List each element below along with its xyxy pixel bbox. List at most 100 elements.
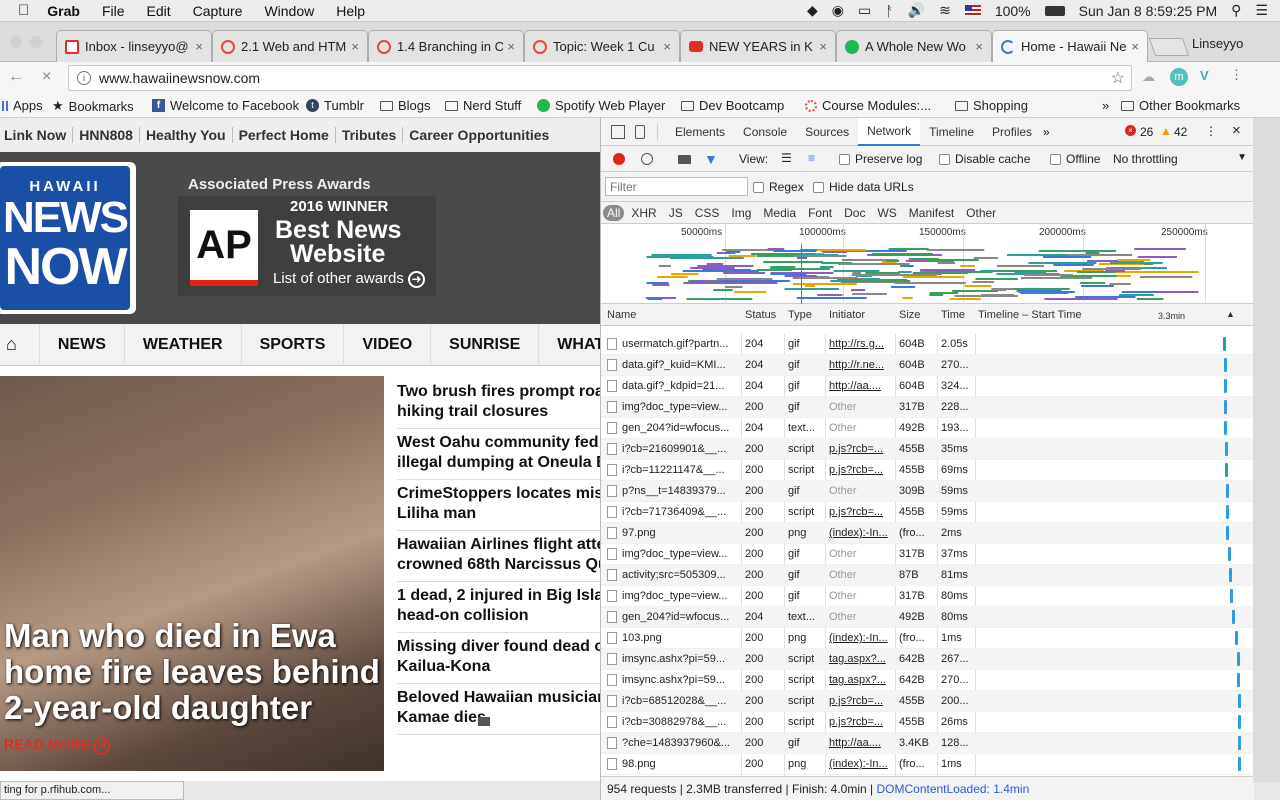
tab-close-icon[interactable]: × bbox=[971, 39, 983, 54]
toplink[interactable]: Healthy You bbox=[140, 127, 233, 143]
bookmark-tumblr[interactable]: t Tumblr bbox=[306, 98, 364, 113]
headline-item[interactable]: 1 dead, 2 injured in Big Island head-on c… bbox=[397, 584, 600, 633]
type-filter-other[interactable]: Other bbox=[961, 206, 1001, 220]
request-row[interactable]: p?ns__t=14839379... 200 gif Other 309B 59ms bbox=[601, 481, 1254, 502]
site-logo[interactable]: HAWAII NEWS NOW bbox=[0, 162, 136, 314]
more-tabs-chevron-icon[interactable]: » bbox=[1043, 125, 1050, 139]
menu-app-name[interactable]: Grab bbox=[47, 3, 80, 19]
col-time[interactable]: Time bbox=[941, 309, 965, 321]
col-size[interactable]: Size bbox=[899, 309, 920, 321]
headline-item[interactable]: CrimeStoppers locates missing Liliha man bbox=[397, 482, 600, 531]
request-initiator[interactable]: p.js?rcb=... bbox=[829, 443, 891, 455]
browser-tab[interactable]: 1.4 Branching in C × bbox=[368, 30, 524, 62]
inspect-icon[interactable] bbox=[611, 124, 625, 139]
bookmark-shopping[interactable]: Shopping bbox=[955, 98, 1028, 113]
error-icon[interactable]: × bbox=[1125, 125, 1136, 136]
type-filter-media[interactable]: Media bbox=[758, 206, 801, 220]
network-overview[interactable]: 50000ms 100000ms 150000ms 200000ms 250000ms bbox=[601, 224, 1253, 304]
extension-cloud-icon[interactable]: ☁ bbox=[1142, 69, 1155, 85]
tab-elements[interactable]: Elements bbox=[666, 118, 734, 146]
back-button[interactable]: ← bbox=[8, 68, 24, 86]
regex-checkbox[interactable]: Regex bbox=[753, 180, 804, 194]
nav-sunrise[interactable]: SUNRISE bbox=[431, 323, 540, 366]
headline-item[interactable]: Missing diver found dead off Kailua-Kona bbox=[397, 635, 600, 684]
type-filter-manifest[interactable]: Manifest bbox=[904, 206, 959, 220]
type-filter-font[interactable]: Font bbox=[803, 206, 837, 220]
large-rows-icon[interactable]: ☰ bbox=[781, 151, 792, 165]
chrome-menu-icon[interactable]: ⋮ bbox=[1230, 67, 1243, 83]
notification-center-icon[interactable]: ☰ bbox=[1255, 2, 1268, 19]
toplink[interactable]: HNN808 bbox=[73, 127, 140, 143]
tab-close-icon[interactable]: × bbox=[815, 39, 827, 54]
tab-close-icon[interactable]: × bbox=[347, 39, 359, 54]
devtools-close-icon[interactable]: × bbox=[1232, 122, 1241, 139]
apple-icon[interactable]:  bbox=[18, 2, 29, 19]
request-row[interactable]: img?doc_type=view... 200 gif Other 317B 228..… bbox=[601, 397, 1254, 418]
toplink[interactable]: Link Now bbox=[0, 127, 74, 143]
request-initiator[interactable]: http://r.ne... bbox=[829, 359, 891, 371]
error-count[interactable]: 26 bbox=[1140, 125, 1153, 139]
request-initiator[interactable]: (index):-In... bbox=[829, 527, 891, 539]
menu-capture[interactable]: Capture bbox=[193, 3, 243, 19]
type-filter-xhr[interactable]: XHR bbox=[626, 206, 661, 220]
request-row[interactable]: ?che=1483937960&... 200 gif http://aa.... 3.… bbox=[601, 733, 1254, 754]
request-initiator[interactable]: http://aa.... bbox=[829, 737, 891, 749]
airplay-icon[interactable]: ▭ bbox=[858, 2, 871, 19]
throttling-select[interactable]: No throttling ▼ bbox=[1113, 152, 1249, 166]
request-initiator[interactable]: p.js?rcb=... bbox=[829, 695, 891, 707]
request-row[interactable]: 97.png 200 png (index):-In... (fro... 2ms bbox=[601, 523, 1254, 544]
tab-sources[interactable]: Sources bbox=[796, 118, 858, 146]
device-mode-icon[interactable] bbox=[635, 124, 645, 139]
headline-item[interactable]: West Oahu community fed up illegal dumpin… bbox=[397, 431, 600, 480]
extension-v-icon[interactable]: V bbox=[1200, 68, 1209, 83]
tab-close-icon[interactable]: × bbox=[191, 39, 203, 54]
devtools-menu-icon[interactable]: ⋮ bbox=[1205, 124, 1217, 138]
request-row[interactable]: usermatch.gif?partn... 204 gif http://rs.g.… bbox=[601, 334, 1254, 355]
nav-whats-on[interactable]: WHAT'S ON bbox=[539, 324, 600, 366]
home-icon[interactable]: ⌂ bbox=[0, 323, 40, 366]
record-button[interactable] bbox=[613, 153, 625, 165]
request-row[interactable]: i?cb=21609901&__... 200 script p.js?rcb=...… bbox=[601, 439, 1254, 460]
request-row[interactable]: gen_204?id=wfocus... 204 text... Other 492B 1… bbox=[601, 418, 1254, 439]
new-tab-button[interactable] bbox=[1148, 38, 1190, 56]
browser-tab[interactable]: Topic: Week 1 Cu × bbox=[524, 30, 680, 62]
capture-screenshots-icon[interactable] bbox=[678, 155, 691, 164]
type-filter-css[interactable]: CSS bbox=[690, 206, 725, 220]
type-filter-all[interactable]: All bbox=[603, 204, 625, 221]
request-row[interactable]: imsync.ashx?pi=59... 200 script tag.aspx?..… bbox=[601, 649, 1254, 670]
col-status[interactable]: Status bbox=[745, 309, 776, 321]
menu-help[interactable]: Help bbox=[336, 3, 365, 19]
filter-input[interactable] bbox=[605, 177, 748, 196]
flag-icon[interactable] bbox=[964, 5, 981, 16]
request-row[interactable]: data.gif?_kdpid=21... 204 gif http://aa....… bbox=[601, 376, 1254, 397]
request-row[interactable]: 103.png 200 png (index):-In... (fro... 1ms bbox=[601, 628, 1254, 649]
profile-name[interactable]: Linseyyo bbox=[1192, 36, 1243, 51]
hero-headline[interactable]: Man who died in Ewa home fire leaves beh… bbox=[4, 618, 384, 726]
type-filter-doc[interactable]: Doc bbox=[839, 206, 870, 220]
tab-close-icon[interactable]: × bbox=[659, 39, 671, 54]
bookmark-dev-bootcamp[interactable]: Dev Bootcamp bbox=[681, 98, 784, 113]
award-link[interactable]: List of other awards ➜ bbox=[273, 270, 426, 288]
col-type[interactable]: Type bbox=[788, 309, 812, 321]
col-initiator[interactable]: Initiator bbox=[829, 309, 865, 321]
tab-timeline[interactable]: Timeline bbox=[920, 118, 983, 146]
headline-item[interactable]: Beloved Hawaiian musician Ed Kamae dies bbox=[397, 686, 600, 735]
browser-tab[interactable]: 2.1 Web and HTM × bbox=[212, 30, 368, 62]
request-initiator[interactable]: tag.aspx?... bbox=[829, 674, 891, 686]
bookmark-spotify[interactable]: Spotify Web Player bbox=[537, 98, 665, 113]
browser-tab[interactable]: A Whole New Wo × bbox=[836, 30, 992, 62]
nav-video[interactable]: VIDEO bbox=[344, 323, 432, 366]
tab-network[interactable]: Network bbox=[858, 117, 921, 146]
col-timeline[interactable]: Timeline – Start Time bbox=[978, 309, 1082, 321]
browser-tab[interactable]: Home - Hawaii Ne × bbox=[992, 30, 1148, 62]
request-initiator[interactable]: tag.aspx?... bbox=[829, 653, 891, 665]
request-row[interactable]: i?cb=71736409&__... 200 script p.js?rcb=...… bbox=[601, 502, 1254, 523]
wifi-icon[interactable]: ≋ bbox=[939, 2, 951, 19]
preserve-log-checkbox[interactable]: Preserve log bbox=[839, 152, 922, 166]
menu-window[interactable]: Window bbox=[264, 3, 314, 19]
disable-cache-checkbox[interactable]: Disable cache bbox=[939, 152, 1030, 166]
request-initiator[interactable]: p.js?rcb=... bbox=[829, 716, 891, 728]
request-initiator[interactable]: p.js?rcb=... bbox=[829, 464, 891, 476]
request-initiator[interactable]: (index):-In... bbox=[829, 758, 891, 770]
nav-sports[interactable]: SPORTS bbox=[242, 323, 345, 366]
